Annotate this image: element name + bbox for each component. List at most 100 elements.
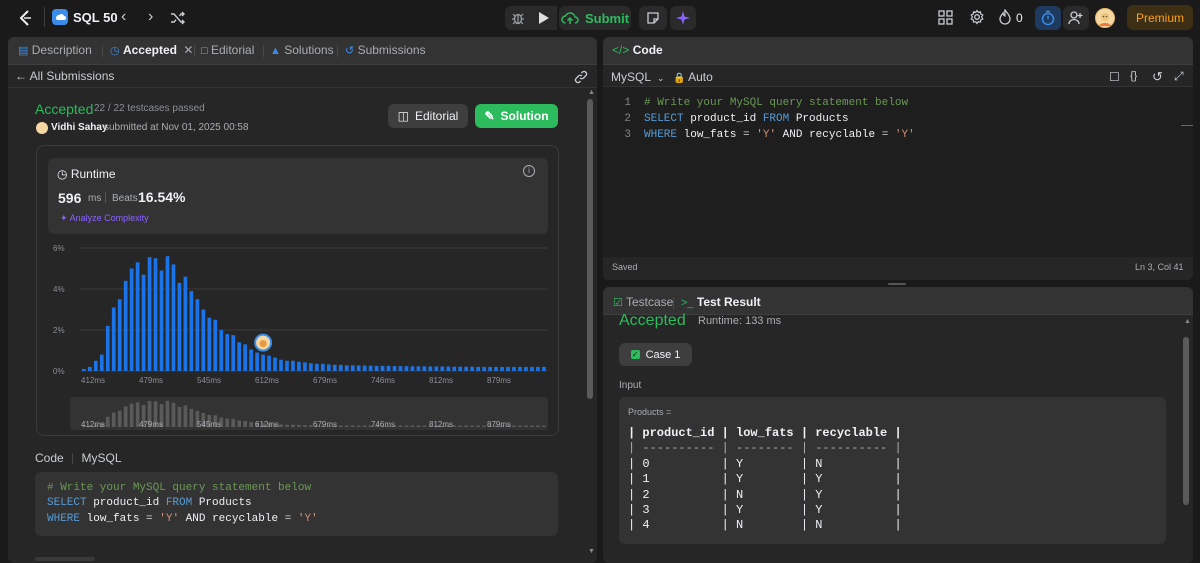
case-1-tab[interactable]: ✓ Case 1 xyxy=(619,343,692,366)
code-line: # Write your MySQL query statement below xyxy=(644,96,915,112)
auto-mode[interactable]: 🔒 Auto xyxy=(673,70,713,84)
editorial-button[interactable]: ◫ Editorial xyxy=(388,104,468,128)
notes-button[interactable] xyxy=(639,6,667,30)
run-icon[interactable] xyxy=(537,10,551,31)
overview-bar xyxy=(117,410,122,427)
cursor-position: Ln 3, Col 41 xyxy=(1135,262,1184,272)
fullscreen-icon[interactable]: ⤢ xyxy=(1174,69,1184,84)
code-token: AND recyclable xyxy=(179,512,285,525)
add-friend-button[interactable] xyxy=(1063,6,1089,30)
tab-accepted[interactable]: ◷ Accepted ✕ xyxy=(110,43,193,57)
tab-code[interactable]: </> Code xyxy=(612,43,663,57)
chart-bar xyxy=(219,330,224,371)
tab-description[interactable]: ▤ Description xyxy=(18,43,92,57)
user-avatar[interactable] xyxy=(1095,8,1115,28)
overview-bar xyxy=(177,406,182,427)
bookmark-icon[interactable]: ☐ xyxy=(1109,70,1120,84)
x-tick-label: 479ms xyxy=(139,376,163,385)
chart-bar xyxy=(404,366,409,371)
back-to-submissions[interactable]: ← All Submissions xyxy=(15,69,114,83)
solution-button[interactable]: ✎ Solution xyxy=(475,104,558,128)
ai-assistant-button[interactable] xyxy=(670,6,696,30)
chart-bar xyxy=(87,366,92,371)
reset-icon[interactable]: ↺ xyxy=(1152,69,1163,85)
tab-submissions[interactable]: ↺ Submissions xyxy=(345,43,426,57)
info-icon[interactable]: i xyxy=(523,165,535,177)
chart-bar xyxy=(524,366,528,371)
code-token: = xyxy=(146,512,153,525)
streak-flame-icon[interactable] xyxy=(998,8,1012,30)
chart-bar xyxy=(105,325,110,371)
premium-button[interactable]: Premium xyxy=(1127,5,1193,30)
overview-bar xyxy=(410,425,415,427)
saved-status: Saved xyxy=(612,262,638,272)
chart-bar xyxy=(506,366,510,371)
tab-solutions[interactable]: ▲ Solutions xyxy=(270,43,334,57)
beats-label: Beats xyxy=(112,193,138,204)
table-row: | 4 | N | N | xyxy=(628,518,902,533)
overview-bar xyxy=(356,425,361,427)
test-result-panel: ☑ Testcase >_ Test Result Accepted Runti… xyxy=(603,287,1193,563)
tab-divider xyxy=(194,45,195,57)
tab-test-result[interactable]: >_ Test Result xyxy=(681,295,761,309)
marker-avatar-face xyxy=(259,340,267,348)
share-link-icon[interactable] xyxy=(574,70,588,89)
chart-bar xyxy=(488,366,492,371)
format-braces-icon[interactable]: {} xyxy=(1130,70,1137,82)
scroll-down-icon[interactable]: ▼ xyxy=(588,548,595,555)
y-tick-label: 2% xyxy=(53,326,65,335)
layout-grid-icon[interactable] xyxy=(938,10,953,30)
resize-handle[interactable] xyxy=(888,283,906,285)
submitted-code-block[interactable]: # Write your MySQL query statement below… xyxy=(35,472,558,536)
next-problem-icon[interactable]: › xyxy=(148,9,153,25)
tab-editorial[interactable]: □ Editorial xyxy=(201,43,254,57)
overview-bar xyxy=(338,425,343,427)
arrow-left-icon: ← xyxy=(15,69,27,83)
runtime-unit: ms xyxy=(88,193,102,204)
line-number: 1 xyxy=(624,97,631,109)
editor-title: Code xyxy=(632,43,663,57)
overview-bar xyxy=(189,408,194,427)
solution-btn-label: Solution xyxy=(500,109,549,123)
chart-bar xyxy=(416,366,421,371)
overview-bar xyxy=(111,412,116,427)
analyze-complexity-link[interactable]: ✦ Analyze Complexity xyxy=(60,213,149,224)
chart-bar xyxy=(249,349,253,371)
timer-button[interactable] xyxy=(1035,6,1061,30)
left-scrollbar-thumb[interactable] xyxy=(587,99,593,399)
code-editor-panel: </> Code MySQL ⌄ 🔒 Auto ☐ {} ↺ ⤢ 1 2 3 # W… xyxy=(603,37,1193,280)
result-scrollbar-thumb[interactable] xyxy=(1183,337,1189,505)
language-select[interactable]: MySQL ⌄ xyxy=(611,70,664,84)
scroll-up-icon[interactable]: ▲ xyxy=(588,89,595,96)
problem-list-title[interactable]: SQL 50 xyxy=(73,10,118,25)
debug-icon[interactable] xyxy=(510,10,526,31)
overview-bar xyxy=(123,406,128,427)
prev-problem-icon[interactable]: ‹ xyxy=(121,9,126,25)
submit-button[interactable]: Submit xyxy=(559,6,631,30)
chart-bar xyxy=(135,262,140,371)
submitter-name[interactable]: Vidhi Sahay xyxy=(51,122,108,133)
chart-bar xyxy=(518,366,522,371)
settings-gear-icon[interactable] xyxy=(969,9,985,30)
close-tab-icon[interactable]: ✕ xyxy=(183,43,193,57)
top-nav-bar: SQL 50 ‹ › Submit 0 Premium xyxy=(0,0,1200,36)
chart-bar xyxy=(82,368,86,371)
leetcode-logo[interactable] xyxy=(16,9,34,27)
overview-bar xyxy=(279,424,283,427)
table-row: | 0 | Y | N | xyxy=(628,456,902,471)
chart-bar xyxy=(380,365,385,371)
add-user-icon xyxy=(1068,11,1083,25)
code-token: Products xyxy=(192,497,252,510)
chart-bar xyxy=(470,366,475,371)
shuffle-icon[interactable] xyxy=(170,10,186,31)
scroll-up-icon[interactable]: ▲ xyxy=(1184,318,1191,325)
clock-icon: ◷ xyxy=(110,45,120,57)
study-plan-icon xyxy=(52,9,68,25)
chart-bar xyxy=(374,365,379,371)
tab-description-label: Description xyxy=(31,43,92,57)
chart-bar xyxy=(542,366,546,371)
tab-testcase[interactable]: ☑ Testcase xyxy=(613,295,673,309)
overview-bar xyxy=(243,420,248,427)
chart-bar xyxy=(171,264,176,371)
editor-code[interactable]: # Write your MySQL query statement below… xyxy=(644,96,915,143)
